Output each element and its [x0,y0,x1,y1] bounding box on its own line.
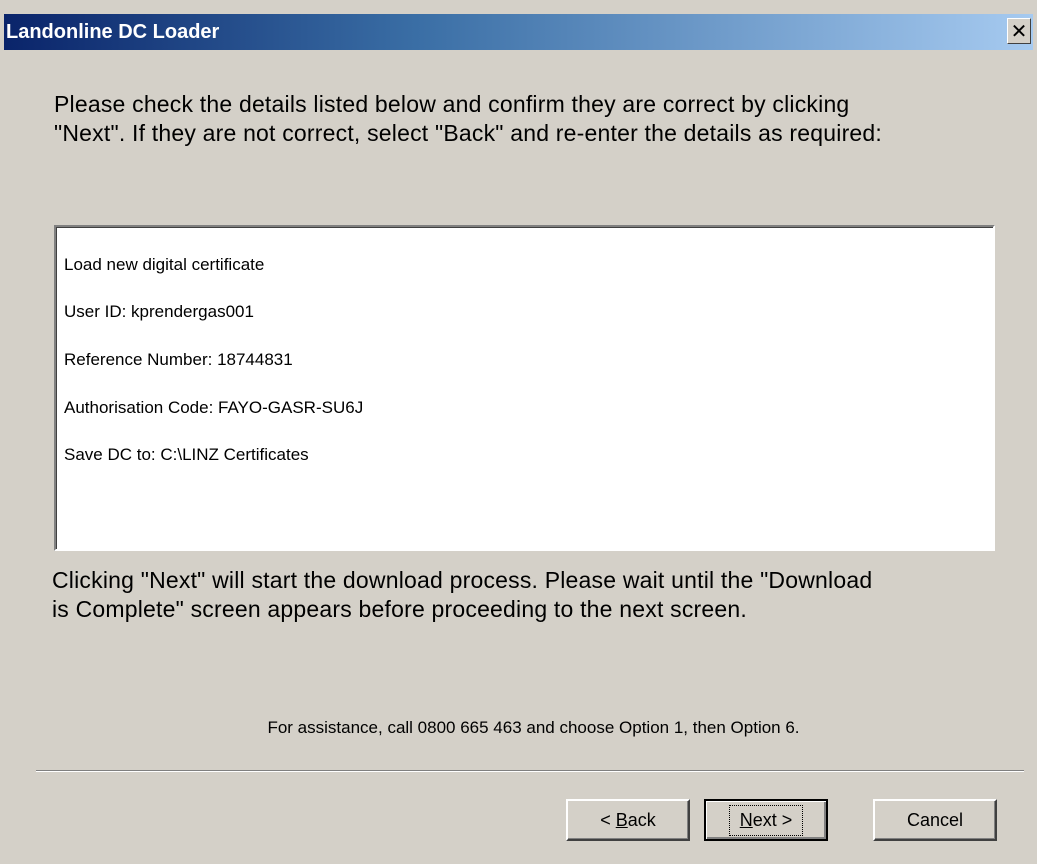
close-button[interactable]: ✕ [1007,18,1031,44]
instructions-line-1: Please check the details listed below an… [54,91,850,117]
instructions-text: Please check the details listed below an… [54,90,1014,148]
detail-authorisation-code: Authorisation Code: FAYO-GASR-SU6J [64,398,364,417]
details-list: Load new digital certificate User ID: kp… [54,225,995,551]
detail-save-location: Save DC to: C:\LINZ Certificates [64,445,309,464]
divider [36,770,1024,772]
back-button[interactable]: < Back [566,799,690,841]
window-title: Landonline DC Loader [6,21,220,43]
back-button-label: < Back [600,809,656,830]
detail-reference-number: Reference Number: 18744831 [64,350,293,369]
download-note-line-1: Clicking "Next" will start the download … [52,567,873,593]
dialog-window: Landonline DC Loader ✕ Please check the … [0,0,1037,864]
next-button[interactable]: Next > [704,799,828,841]
instructions-line-2: "Next". If they are not correct, select … [54,120,883,146]
next-button-label: Next > [728,804,804,836]
title-bar[interactable]: Landonline DC Loader ✕ [4,14,1033,50]
cancel-button[interactable]: Cancel [873,799,997,841]
assistance-text: For assistance, call 0800 665 463 and ch… [267,718,800,737]
detail-action: Load new digital certificate [64,255,265,274]
download-note-line-2: is Complete" screen appears before proce… [52,596,747,622]
close-icon: ✕ [1010,19,1028,43]
cancel-button-label: Cancel [906,809,964,830]
download-note: Clicking "Next" will start the download … [52,566,1022,624]
detail-user-id: User ID: kprendergas001 [64,302,254,321]
